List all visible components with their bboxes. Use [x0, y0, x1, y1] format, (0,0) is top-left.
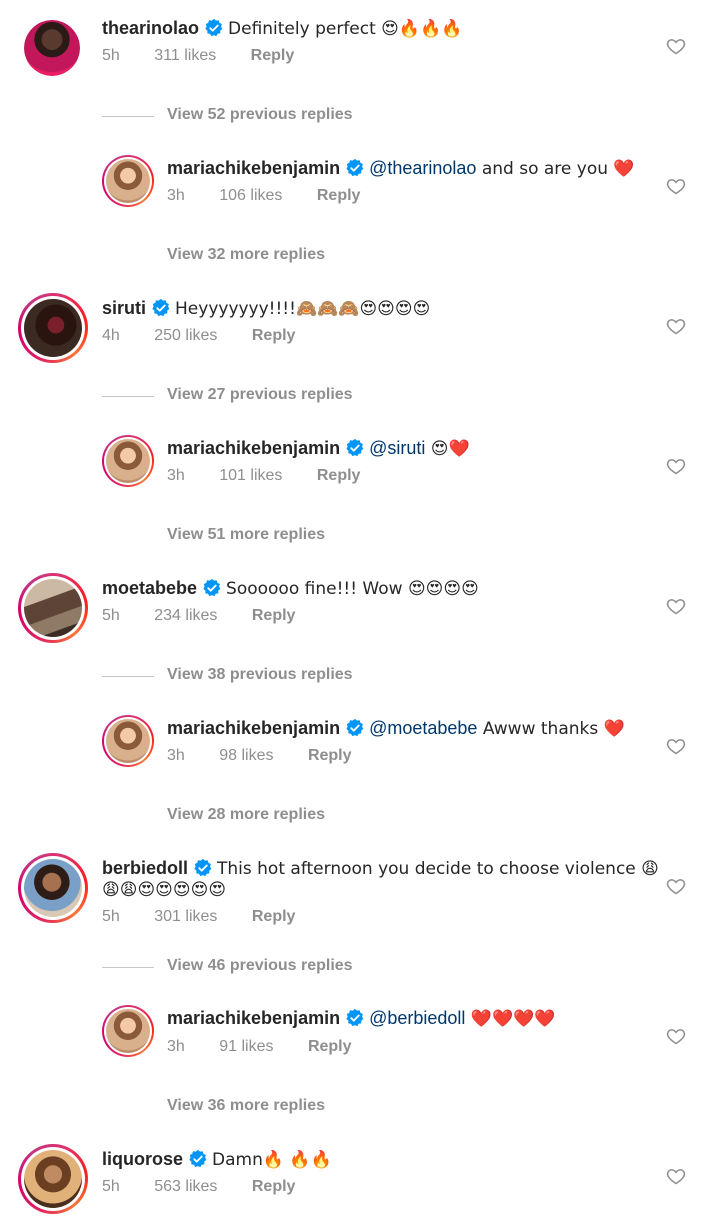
- mention-link[interactable]: @berbiedoll: [369, 1008, 465, 1028]
- comment-text: Definitely perfect 😍🔥🔥🔥: [228, 19, 463, 39]
- reply-button[interactable]: Reply: [252, 1178, 296, 1195]
- thread-divider: [102, 676, 154, 677]
- comment-likes[interactable]: 250 likes: [154, 327, 217, 344]
- view-replies-label[interactable]: View 46 previous replies: [167, 957, 353, 975]
- comment-text: Heyyyyyyy!!!!🙈🙈🙈😍😍😍😍: [175, 299, 431, 319]
- comment-likes[interactable]: 311 likes: [154, 47, 216, 64]
- avatar-mariachikebenjamin[interactable]: [102, 1005, 154, 1057]
- avatar-mariachikebenjamin[interactable]: [102, 435, 154, 487]
- reply-button[interactable]: Reply: [252, 908, 296, 925]
- heart-outline-icon[interactable]: [666, 1166, 686, 1186]
- heart-outline-icon[interactable]: [666, 736, 686, 756]
- reply-username[interactable]: mariachikebenjamin: [167, 718, 340, 738]
- mention-link[interactable]: @thearinolao: [369, 158, 476, 178]
- comment-text: Damn🔥 🔥🔥: [212, 1150, 332, 1170]
- reply-text: Awww thanks ❤️: [477, 719, 625, 739]
- view-more-label[interactable]: View 36 more replies: [167, 1097, 325, 1115]
- avatar-thearinolao[interactable]: [24, 20, 80, 76]
- verified-badge-icon: [203, 578, 221, 597]
- comment-text-continued: 😩😩😍😍😍😍😍: [102, 880, 227, 900]
- verified-badge-icon: [346, 438, 364, 457]
- view-more-label[interactable]: View 28 more replies: [167, 806, 325, 824]
- heart-outline-icon[interactable]: [666, 596, 686, 616]
- verified-badge-icon: [194, 858, 212, 877]
- comment-username[interactable]: liquorose: [102, 1149, 183, 1169]
- reply-time: 3h: [167, 467, 185, 484]
- reply-button[interactable]: Reply: [251, 47, 295, 64]
- comment-username[interactable]: moetabebe: [102, 578, 197, 598]
- comment-text: This hot afternoon you decide to choose …: [217, 859, 659, 879]
- comment-username[interactable]: siruti: [102, 298, 146, 318]
- reply-likes[interactable]: 91 likes: [219, 1038, 273, 1055]
- verified-badge-icon: [205, 18, 223, 37]
- heart-outline-icon[interactable]: [666, 456, 686, 476]
- view-replies-label[interactable]: View 27 previous replies: [167, 386, 353, 404]
- comment-likes[interactable]: 301 likes: [154, 908, 217, 925]
- reply-button[interactable]: Reply: [308, 747, 352, 764]
- avatar-siruti[interactable]: [18, 293, 88, 363]
- comment-likes[interactable]: 563 likes: [154, 1178, 217, 1195]
- view-more-label[interactable]: View 51 more replies: [167, 526, 325, 544]
- verified-badge-icon: [152, 298, 170, 317]
- comment-username[interactable]: thearinolao: [102, 18, 199, 38]
- reply-text: ❤️❤️❤️❤️: [465, 1009, 556, 1029]
- reply-likes[interactable]: 101 likes: [219, 467, 282, 484]
- view-replies-label[interactable]: View 38 previous replies: [167, 666, 353, 684]
- reply-username[interactable]: mariachikebenjamin: [167, 438, 340, 458]
- reply-button[interactable]: Reply: [317, 467, 361, 484]
- reply-time: 3h: [167, 747, 185, 764]
- avatar-berbiedoll[interactable]: [18, 853, 88, 923]
- reply-button[interactable]: Reply: [252, 607, 296, 624]
- reply-time: 3h: [167, 187, 185, 204]
- comment-text: Soooooo fine!!! Wow 😍😍😍😍: [226, 579, 479, 599]
- reply-text: 😍❤️: [425, 439, 470, 459]
- thread-divider: [102, 967, 154, 968]
- verified-badge-icon: [346, 158, 364, 177]
- reply-button[interactable]: Reply: [308, 1038, 352, 1055]
- heart-outline-icon[interactable]: [666, 876, 686, 896]
- mention-link[interactable]: @siruti: [369, 438, 425, 458]
- avatar-moetabebe[interactable]: [18, 573, 88, 643]
- heart-outline-icon[interactable]: [666, 36, 686, 56]
- comment-likes[interactable]: 234 likes: [154, 607, 217, 624]
- view-replies-label[interactable]: View 52 previous replies: [167, 106, 353, 124]
- heart-outline-icon[interactable]: [666, 1026, 686, 1046]
- reply-likes[interactable]: 106 likes: [219, 187, 282, 204]
- heart-outline-icon[interactable]: [666, 176, 686, 196]
- comment-time: 5h: [102, 607, 120, 624]
- thread-divider: [102, 116, 154, 117]
- comment-time: 5h: [102, 47, 120, 64]
- mention-link[interactable]: @moetabebe: [369, 718, 477, 738]
- comment-username[interactable]: berbiedoll: [102, 858, 188, 878]
- avatar-mariachikebenjamin[interactable]: [102, 155, 154, 207]
- reply-likes[interactable]: 98 likes: [219, 747, 273, 764]
- view-more-label[interactable]: View 32 more replies: [167, 246, 325, 264]
- reply-text: and so are you ❤️: [476, 159, 635, 179]
- thread-divider: [102, 396, 154, 397]
- comment-time: 5h: [102, 1178, 120, 1195]
- reply-button[interactable]: Reply: [317, 187, 361, 204]
- avatar-liquorose[interactable]: [18, 1144, 88, 1214]
- verified-badge-icon: [346, 718, 364, 737]
- heart-outline-icon[interactable]: [666, 316, 686, 336]
- verified-badge-icon: [189, 1149, 207, 1168]
- comment-time: 5h: [102, 908, 120, 925]
- reply-username[interactable]: mariachikebenjamin: [167, 1008, 340, 1028]
- avatar-mariachikebenjamin[interactable]: [102, 715, 154, 767]
- comment-time: 4h: [102, 327, 120, 344]
- reply-time: 3h: [167, 1038, 185, 1055]
- verified-badge-icon: [346, 1008, 364, 1027]
- reply-button[interactable]: Reply: [252, 327, 296, 344]
- reply-username[interactable]: mariachikebenjamin: [167, 158, 340, 178]
